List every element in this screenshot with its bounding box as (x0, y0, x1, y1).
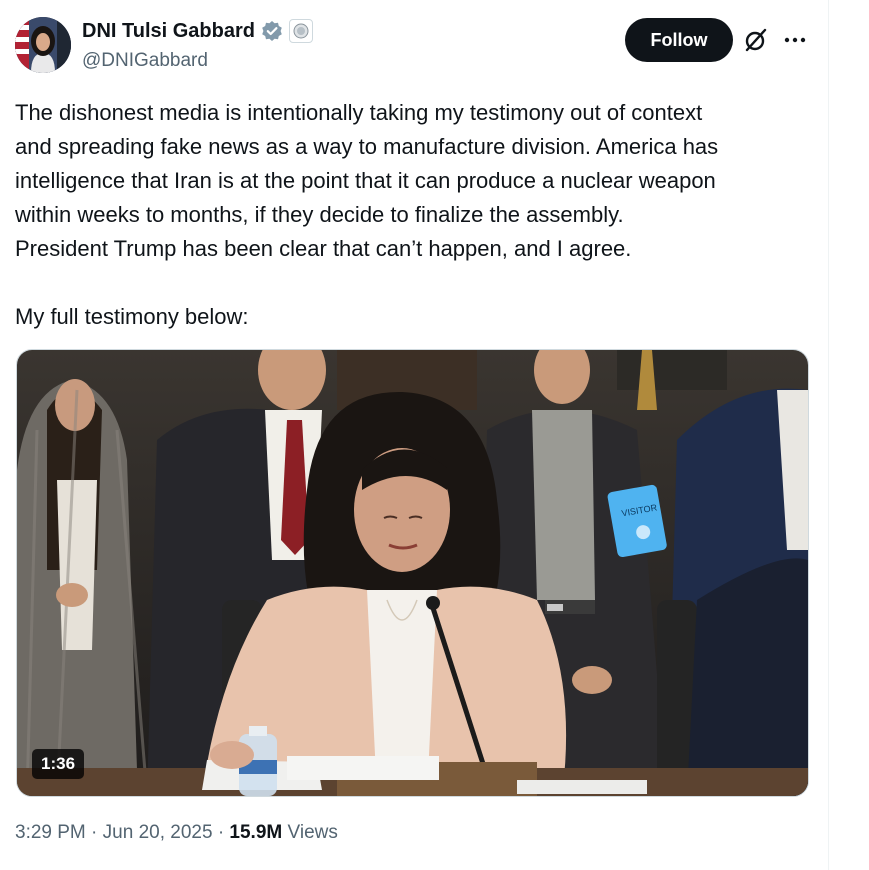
views-count: 15.9M (229, 822, 283, 843)
views-label: Views (287, 822, 338, 843)
meta-separator: · (217, 822, 225, 843)
tweet-line: within weeks to months, if they decide t… (15, 202, 624, 227)
grok-icon[interactable] (743, 27, 769, 53)
tweet-date[interactable]: Jun 20, 2025 (103, 822, 213, 843)
meta-separator: · (91, 822, 98, 843)
video-player[interactable]: VISITOR (16, 349, 809, 797)
tweet-time[interactable]: 3:29 PM (15, 822, 86, 843)
follow-button[interactable]: Follow (625, 18, 733, 62)
author-handle[interactable]: @DNIGabbard (82, 50, 208, 72)
affiliation-seal-icon[interactable] (288, 19, 313, 43)
avatar[interactable] (15, 17, 71, 73)
more-options-icon[interactable] (783, 27, 807, 53)
tweet-line: President Trump has been clear that can’… (15, 236, 632, 261)
tweet-text: The dishonest media is intentionally tak… (15, 96, 815, 334)
video-duration: 1:36 (32, 749, 85, 779)
verified-badge-icon[interactable] (261, 20, 283, 42)
column-divider (828, 0, 829, 870)
tweet-closing-line: My full testimony below: (15, 304, 249, 329)
tweet-line: intelligence that Iran is at the point t… (15, 168, 716, 193)
author-name[interactable]: DNI Tulsi Gabbard (82, 20, 255, 43)
tweet-line: The dishonest media is intentionally tak… (15, 100, 703, 125)
tweet-line: and spreading fake news as a way to manu… (15, 134, 719, 159)
tweet-header: DNI Tulsi Gabbard @DNIGabbard Follow (15, 17, 815, 73)
tweet-meta: 3:29 PM · Jun 20, 2025 · 15.9M Views (15, 822, 338, 844)
